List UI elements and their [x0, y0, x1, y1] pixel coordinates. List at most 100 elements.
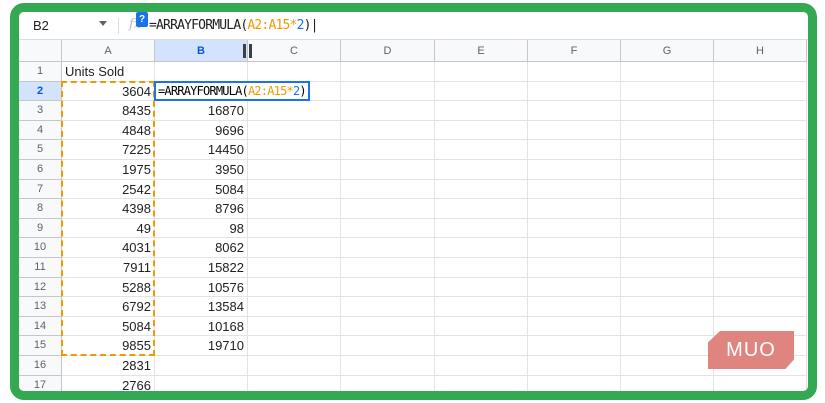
cell-d6[interactable] — [341, 160, 435, 180]
cell-e5[interactable] — [435, 140, 528, 160]
cell-h5[interactable] — [714, 140, 807, 160]
cell-a7[interactable]: 2542 — [62, 179, 155, 200]
cell-h10[interactable] — [714, 238, 807, 258]
cell-b5[interactable]: 14450 — [155, 140, 248, 160]
column-header-e[interactable]: E — [435, 40, 528, 62]
row-header-4[interactable]: 4 — [19, 120, 62, 141]
cell-g13[interactable] — [621, 297, 714, 317]
cell-e1[interactable] — [435, 62, 528, 82]
cell-g1[interactable] — [621, 62, 714, 82]
row-header-5[interactable]: 5 — [19, 140, 62, 160]
cell-f4[interactable] — [528, 120, 621, 141]
cell-h12[interactable] — [714, 277, 807, 298]
cell-c10[interactable] — [248, 238, 341, 258]
cell-g14[interactable] — [621, 316, 714, 337]
cell-b12[interactable]: 10576 — [155, 277, 248, 298]
cell-b13[interactable]: 13584 — [155, 297, 248, 317]
cell-g9[interactable] — [621, 218, 714, 239]
cell-f5[interactable] — [528, 140, 621, 160]
cell-f11[interactable] — [528, 258, 621, 278]
cell-c17[interactable] — [248, 375, 341, 391]
cell-c11[interactable] — [248, 258, 341, 278]
row-header-7[interactable]: 7 — [19, 179, 62, 200]
cell-a13[interactable]: 6792 — [62, 297, 155, 317]
cell-c5[interactable] — [248, 140, 341, 160]
cell-e8[interactable] — [435, 199, 528, 219]
cell-b7[interactable]: 5084 — [155, 179, 248, 200]
column-header-h[interactable]: H — [714, 40, 807, 62]
cell-b8[interactable]: 8796 — [155, 199, 248, 219]
cell-f6[interactable] — [528, 160, 621, 180]
cell-a8[interactable]: 4398 — [62, 199, 155, 219]
row-header-10[interactable]: 10 — [19, 238, 62, 258]
cell-d16[interactable] — [341, 356, 435, 376]
cell-g11[interactable] — [621, 258, 714, 278]
column-resize-handle[interactable] — [243, 44, 246, 58]
cell-c3[interactable] — [248, 101, 341, 121]
cell-a4[interactable]: 4848 — [62, 120, 155, 141]
row-header-8[interactable]: 8 — [19, 199, 62, 219]
cell-c15[interactable] — [248, 336, 341, 356]
cell-c4[interactable] — [248, 120, 341, 141]
cell-a17[interactable]: 2766 — [62, 375, 155, 391]
name-box[interactable]: B2 — [33, 18, 49, 33]
cell-h2[interactable] — [714, 81, 807, 102]
cell-d3[interactable] — [341, 101, 435, 121]
cell-g4[interactable] — [621, 120, 714, 141]
cell-b9[interactable]: 98 — [155, 218, 248, 239]
row-header-3[interactable]: 3 — [19, 101, 62, 121]
cell-h8[interactable] — [714, 199, 807, 219]
cell-a16[interactable]: 2831 — [62, 356, 155, 376]
select-all-corner[interactable] — [19, 40, 62, 62]
row-header-15[interactable]: 15 — [19, 336, 62, 356]
chevron-down-icon[interactable] — [99, 21, 107, 26]
column-header-f[interactable]: F — [528, 40, 621, 62]
row-header-9[interactable]: 9 — [19, 218, 62, 239]
cell-b15[interactable]: 19710 — [155, 336, 248, 356]
cell-d13[interactable] — [341, 297, 435, 317]
row-header-1[interactable]: 1 — [19, 62, 62, 82]
cell-a15[interactable]: 9855 — [62, 336, 155, 356]
cell-f2[interactable] — [528, 81, 621, 102]
cell-c12[interactable] — [248, 277, 341, 298]
cell-e6[interactable] — [435, 160, 528, 180]
cell-c7[interactable] — [248, 179, 341, 200]
cell-b16[interactable] — [155, 356, 248, 376]
cell-e15[interactable] — [435, 336, 528, 356]
formula-input[interactable]: =ARRAYFORMULA(A2:A15*2)| — [149, 18, 318, 33]
cell-g17[interactable] — [621, 375, 714, 391]
column-header-b[interactable]: B — [155, 40, 248, 62]
cell-d10[interactable] — [341, 238, 435, 258]
cell-h6[interactable] — [714, 160, 807, 180]
cell-h13[interactable] — [714, 297, 807, 317]
cell-h17[interactable] — [714, 375, 807, 391]
row-header-6[interactable]: 6 — [19, 160, 62, 180]
cell-a10[interactable]: 4031 — [62, 238, 155, 258]
cell-f3[interactable] — [528, 101, 621, 121]
cell-c14[interactable] — [248, 316, 341, 337]
help-icon[interactable]: ? — [136, 12, 148, 27]
cell-g6[interactable] — [621, 160, 714, 180]
cell-c16[interactable] — [248, 356, 341, 376]
cell-h4[interactable] — [714, 120, 807, 141]
cell-a5[interactable]: 7225 — [62, 140, 155, 160]
cell-f1[interactable] — [528, 62, 621, 82]
cell-d14[interactable] — [341, 316, 435, 337]
row-header-17[interactable]: 17 — [19, 375, 62, 391]
row-header-12[interactable]: 12 — [19, 277, 62, 298]
cell-f15[interactable] — [528, 336, 621, 356]
column-header-g[interactable]: G — [621, 40, 714, 62]
cell-b4[interactable]: 9696 — [155, 120, 248, 141]
cell-d15[interactable] — [341, 336, 435, 356]
cell-d1[interactable] — [341, 62, 435, 82]
cell-f12[interactable] — [528, 277, 621, 298]
column-header-a[interactable]: A — [62, 40, 155, 62]
row-header-16[interactable]: 16 — [19, 356, 62, 376]
cell-f13[interactable] — [528, 297, 621, 317]
row-header-14[interactable]: 14 — [19, 316, 62, 337]
cell-e4[interactable] — [435, 120, 528, 141]
cell-e3[interactable] — [435, 101, 528, 121]
column-resize-handle[interactable] — [249, 44, 252, 58]
cell-d9[interactable] — [341, 218, 435, 239]
cell-g16[interactable] — [621, 356, 714, 376]
